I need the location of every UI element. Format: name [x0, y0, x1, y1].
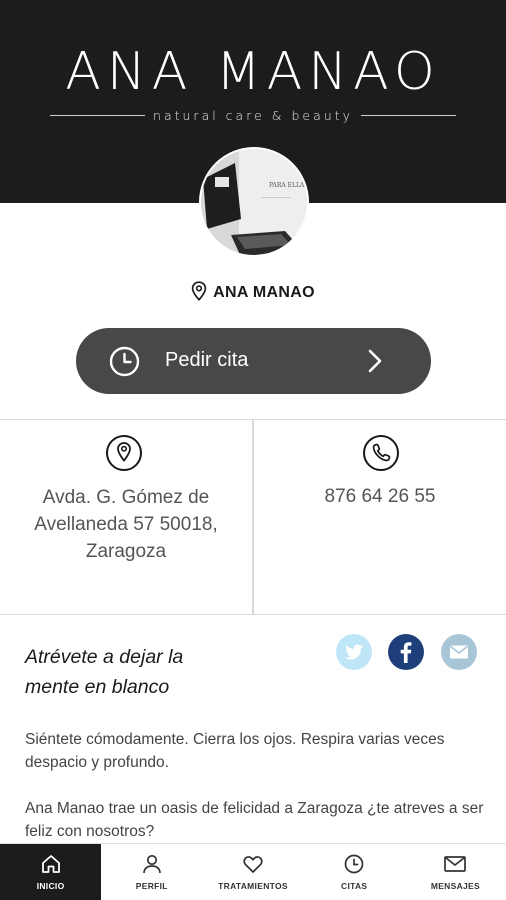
- twitter-icon: [336, 634, 372, 670]
- tab-mensajes[interactable]: MENSAJES: [405, 844, 506, 900]
- chevron-right-icon: [365, 348, 385, 379]
- book-appointment-label: Pedir cita: [165, 349, 249, 371]
- address-line-2: Avellaneda 57 50018,: [34, 514, 218, 535]
- location-name: ANA MANAO: [213, 284, 315, 301]
- twitter-share-button[interactable]: [335, 633, 373, 671]
- address-pin-icon[interactable]: [105, 434, 143, 477]
- email-share-button[interactable]: [440, 633, 478, 671]
- tab-inicio[interactable]: INICIO: [0, 844, 102, 900]
- business-photo-image: PARA ELLA: [201, 149, 307, 255]
- phone-number[interactable]: 876 64 26 55: [254, 486, 506, 508]
- book-appointment-button[interactable]: Pedir cita: [76, 328, 431, 394]
- logo-subtitle-row: natural care & beauty: [50, 105, 457, 125]
- clock-icon: [344, 854, 364, 874]
- address-text[interactable]: Avda. G. Gómez de Avellaneda 57 50018, Z…: [0, 484, 252, 565]
- tab-label-perfil: PERFIL: [135, 881, 168, 891]
- logo-title: ANA MANAO: [65, 42, 441, 102]
- business-photo: PARA ELLA: [199, 147, 309, 257]
- tab-label-mensajes: MENSAJES: [430, 881, 480, 891]
- photo-sign-text: PARA ELLA: [269, 182, 305, 189]
- home-icon: [41, 855, 60, 873]
- tab-label-citas: CITAS: [341, 881, 368, 891]
- logo-divider-right: [360, 114, 457, 116]
- about-paragraph-1: Siéntete cómodamente. Cierra los ojos. R…: [25, 731, 445, 771]
- mail-icon: [441, 634, 477, 670]
- tab-citas[interactable]: CITAS: [304, 844, 405, 900]
- tab-perfil[interactable]: PERFIL: [101, 844, 202, 900]
- logo-subtitle: natural care & beauty: [153, 107, 353, 123]
- divider-vertical: [252, 420, 254, 614]
- divider-bottom: [0, 614, 506, 615]
- bottom-tab-bar: INICIO PERFIL TRATAMIENTOS CITAS MENSAJE…: [0, 843, 506, 900]
- tab-label-tratamientos: TRATAMIENTOS: [218, 881, 288, 891]
- heart-icon: [243, 856, 263, 873]
- location-pin-icon: [191, 280, 207, 306]
- address-line-3: Zaragoza: [85, 541, 167, 562]
- phone-icon[interactable]: [362, 434, 400, 477]
- address-line-1: Avda. G. Gómez de: [42, 487, 210, 508]
- tagline: Atrévete a dejar la mente en blanco: [25, 642, 255, 702]
- about-paragraph-2: Ana Manao trae un oasis de felicidad a Z…: [25, 800, 484, 840]
- tagline-line-2: mente en blanco: [25, 676, 170, 698]
- facebook-icon: [388, 634, 424, 670]
- clock-icon: [109, 346, 140, 382]
- tagline-line-1: Atrévete a dejar la: [25, 646, 184, 668]
- tab-tratamientos[interactable]: TRATAMIENTOS: [202, 844, 303, 900]
- logo-divider-left: [50, 114, 146, 116]
- tab-label-inicio: INICIO: [36, 881, 65, 891]
- facebook-share-button[interactable]: [387, 633, 425, 671]
- envelope-icon: [444, 856, 467, 872]
- location-row: ANA MANAO: [0, 280, 506, 306]
- user-icon: [142, 854, 161, 874]
